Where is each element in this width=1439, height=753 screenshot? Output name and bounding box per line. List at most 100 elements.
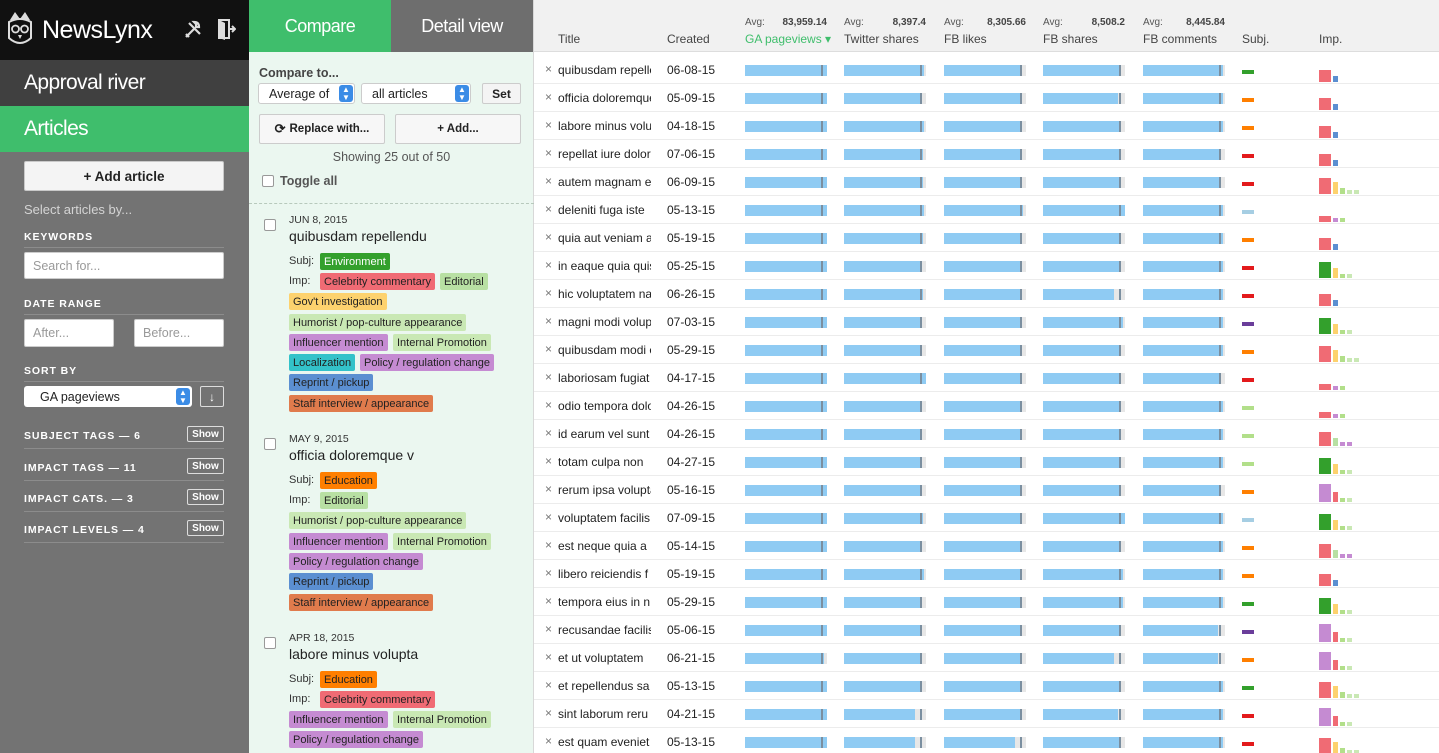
table-row[interactable]: × id earum vel sunt 04-26-15 [534, 420, 1439, 448]
row-title[interactable]: recusandae facilis [558, 623, 651, 637]
remove-row-icon[interactable]: × [545, 398, 552, 412]
table-row[interactable]: × sint laborum reru 04-21-15 [534, 700, 1439, 728]
remove-row-icon[interactable]: × [545, 342, 552, 356]
row-title[interactable]: deleniti fuga iste [558, 203, 651, 217]
impact-tag[interactable]: Staff interview / appearance [289, 594, 434, 611]
table-row[interactable]: × hic voluptatem natus 06-26-15 [534, 280, 1439, 308]
col-twitter-shares[interactable]: Twitter shares [844, 32, 919, 46]
impact-tag[interactable]: Humorist / pop-culture appearance [289, 314, 467, 331]
row-title[interactable]: est quam eveniet [558, 735, 651, 749]
impact-tag[interactable]: Editorial [320, 492, 368, 509]
row-title[interactable]: voluptatem facilis [558, 511, 651, 525]
table-row[interactable]: × et ut voluptatem 06-21-15 [534, 644, 1439, 672]
remove-row-icon[interactable]: × [545, 90, 552, 104]
table-row[interactable]: × voluptatem facilis 07-09-15 [534, 504, 1439, 532]
table-row[interactable]: × magni modi volupta 07-03-15 [534, 308, 1439, 336]
impact-tag[interactable]: Reprint / pickup [289, 573, 374, 590]
subject-tag[interactable]: Environment [320, 253, 390, 270]
table-row[interactable]: × et repellendus sa 05-13-15 [534, 672, 1439, 700]
col-created[interactable]: Created [667, 32, 710, 46]
col-fb-likes[interactable]: FB likes [944, 32, 987, 46]
toggle-all-checkbox[interactable] [262, 175, 274, 187]
owl-logo-icon[interactable] [6, 10, 34, 50]
remove-row-icon[interactable]: × [545, 426, 552, 440]
row-title[interactable]: sint laborum reru [558, 707, 651, 721]
show-impact-levels-button[interactable]: Show [187, 520, 224, 536]
remove-row-icon[interactable]: × [545, 370, 552, 384]
table-row[interactable]: × est neque quia a 05-14-15 [534, 532, 1439, 560]
impact-tag[interactable]: Celebrity commentary [320, 691, 435, 708]
row-title[interactable]: tempora eius in n [558, 595, 651, 609]
article-checkbox[interactable] [264, 219, 276, 231]
col-subj[interactable]: Subj. [1242, 32, 1269, 46]
table-row[interactable]: × est quam eveniet 05-13-15 [534, 728, 1439, 753]
table-row[interactable]: × autem magnam eos 06-09-15 [534, 168, 1439, 196]
col-fb-shares[interactable]: FB shares [1043, 32, 1098, 46]
row-title[interactable]: odio tempora dolor [558, 399, 651, 413]
tools-icon[interactable] [183, 20, 203, 45]
tab-compare[interactable]: Compare [249, 0, 391, 52]
remove-row-icon[interactable]: × [545, 650, 552, 664]
table-row[interactable]: × tempora eius in n 05-29-15 [534, 588, 1439, 616]
table-row[interactable]: × labore minus volupta 04-18-15 [534, 112, 1439, 140]
remove-row-icon[interactable]: × [545, 118, 552, 132]
remove-row-icon[interactable]: × [545, 734, 552, 748]
article-checkbox[interactable] [264, 637, 276, 649]
table-row[interactable]: × odio tempora dolor 04-26-15 [534, 392, 1439, 420]
table-row[interactable]: × quia aut veniam a 05-19-15 [534, 224, 1439, 252]
sort-direction-button[interactable]: ↓ [200, 386, 224, 407]
show-impact-cats-button[interactable]: Show [187, 489, 224, 505]
table-row[interactable]: × totam culpa non 04-27-15 [534, 448, 1439, 476]
logout-icon[interactable] [216, 18, 237, 45]
row-title[interactable]: et ut voluptatem [558, 651, 651, 665]
aggregate-select[interactable]: Average of ▲ ▼ [258, 83, 355, 104]
col-imp[interactable]: Imp. [1319, 32, 1342, 46]
row-title[interactable]: et repellendus sa [558, 679, 651, 693]
row-title[interactable]: laboriosam fugiat [558, 371, 651, 385]
remove-row-icon[interactable]: × [545, 482, 552, 496]
row-title[interactable]: labore minus volupta [558, 119, 651, 133]
remove-row-icon[interactable]: × [545, 594, 552, 608]
remove-row-icon[interactable]: × [545, 454, 552, 468]
article-checkbox[interactable] [264, 438, 276, 450]
row-title[interactable]: autem magnam eos [558, 175, 651, 189]
impact-tag[interactable]: Policy / regulation change [289, 731, 423, 748]
remove-row-icon[interactable]: × [545, 258, 552, 272]
show-impact-tags-button[interactable]: Show [187, 458, 224, 474]
impact-tag[interactable]: Influencer mention [289, 533, 388, 550]
before-date-input[interactable]: Before... [134, 319, 224, 347]
row-title[interactable]: libero reiciendis f [558, 567, 651, 581]
table-row[interactable]: × laboriosam fugiat 04-17-15 [534, 364, 1439, 392]
col-fb-comments[interactable]: FB comments [1143, 32, 1217, 46]
impact-tag[interactable]: Humorist / pop-culture appearance [289, 512, 467, 529]
table-row[interactable]: × deleniti fuga iste 05-13-15 [534, 196, 1439, 224]
table-row[interactable]: × in eaque quia quis 05-25-15 [534, 252, 1439, 280]
impact-tag[interactable]: Celebrity commentary [320, 273, 435, 290]
impact-tag[interactable]: Policy / regulation change [360, 354, 494, 371]
show-subject-tags-button[interactable]: Show [187, 426, 224, 442]
row-title[interactable]: repellat iure dolore [558, 147, 651, 161]
remove-row-icon[interactable]: × [545, 706, 552, 720]
toggle-all[interactable]: Toggle all [262, 174, 337, 188]
group-select[interactable]: all articles ▲ ▼ [361, 83, 471, 104]
impact-tag[interactable]: Staff interview / appearance [289, 395, 434, 412]
subject-tag[interactable]: Education [320, 472, 377, 489]
set-button[interactable]: Set [482, 83, 521, 104]
remove-row-icon[interactable]: × [545, 678, 552, 692]
table-row[interactable]: × officia doloremque v 05-09-15 [534, 84, 1439, 112]
row-title[interactable]: quibusdam modi et [558, 343, 651, 357]
row-title[interactable]: rerum ipsa volupta [558, 483, 651, 497]
search-input[interactable]: Search for... [24, 252, 224, 279]
remove-row-icon[interactable]: × [545, 622, 552, 636]
impact-tag[interactable]: Policy / regulation change [289, 553, 423, 570]
table-row[interactable]: × rerum ipsa volupta 05-16-15 [534, 476, 1439, 504]
tab-detail-view[interactable]: Detail view [391, 0, 533, 52]
row-title[interactable]: id earum vel sunt [558, 427, 651, 441]
remove-row-icon[interactable]: × [545, 566, 552, 580]
remove-row-icon[interactable]: × [545, 174, 552, 188]
impact-tag[interactable]: Internal Promotion [393, 533, 491, 550]
article-title[interactable]: officia doloremque v [289, 447, 414, 463]
remove-row-icon[interactable]: × [545, 146, 552, 160]
table-row[interactable]: × libero reiciendis f 05-19-15 [534, 560, 1439, 588]
impact-tag[interactable]: Gov't investigation [289, 293, 387, 310]
